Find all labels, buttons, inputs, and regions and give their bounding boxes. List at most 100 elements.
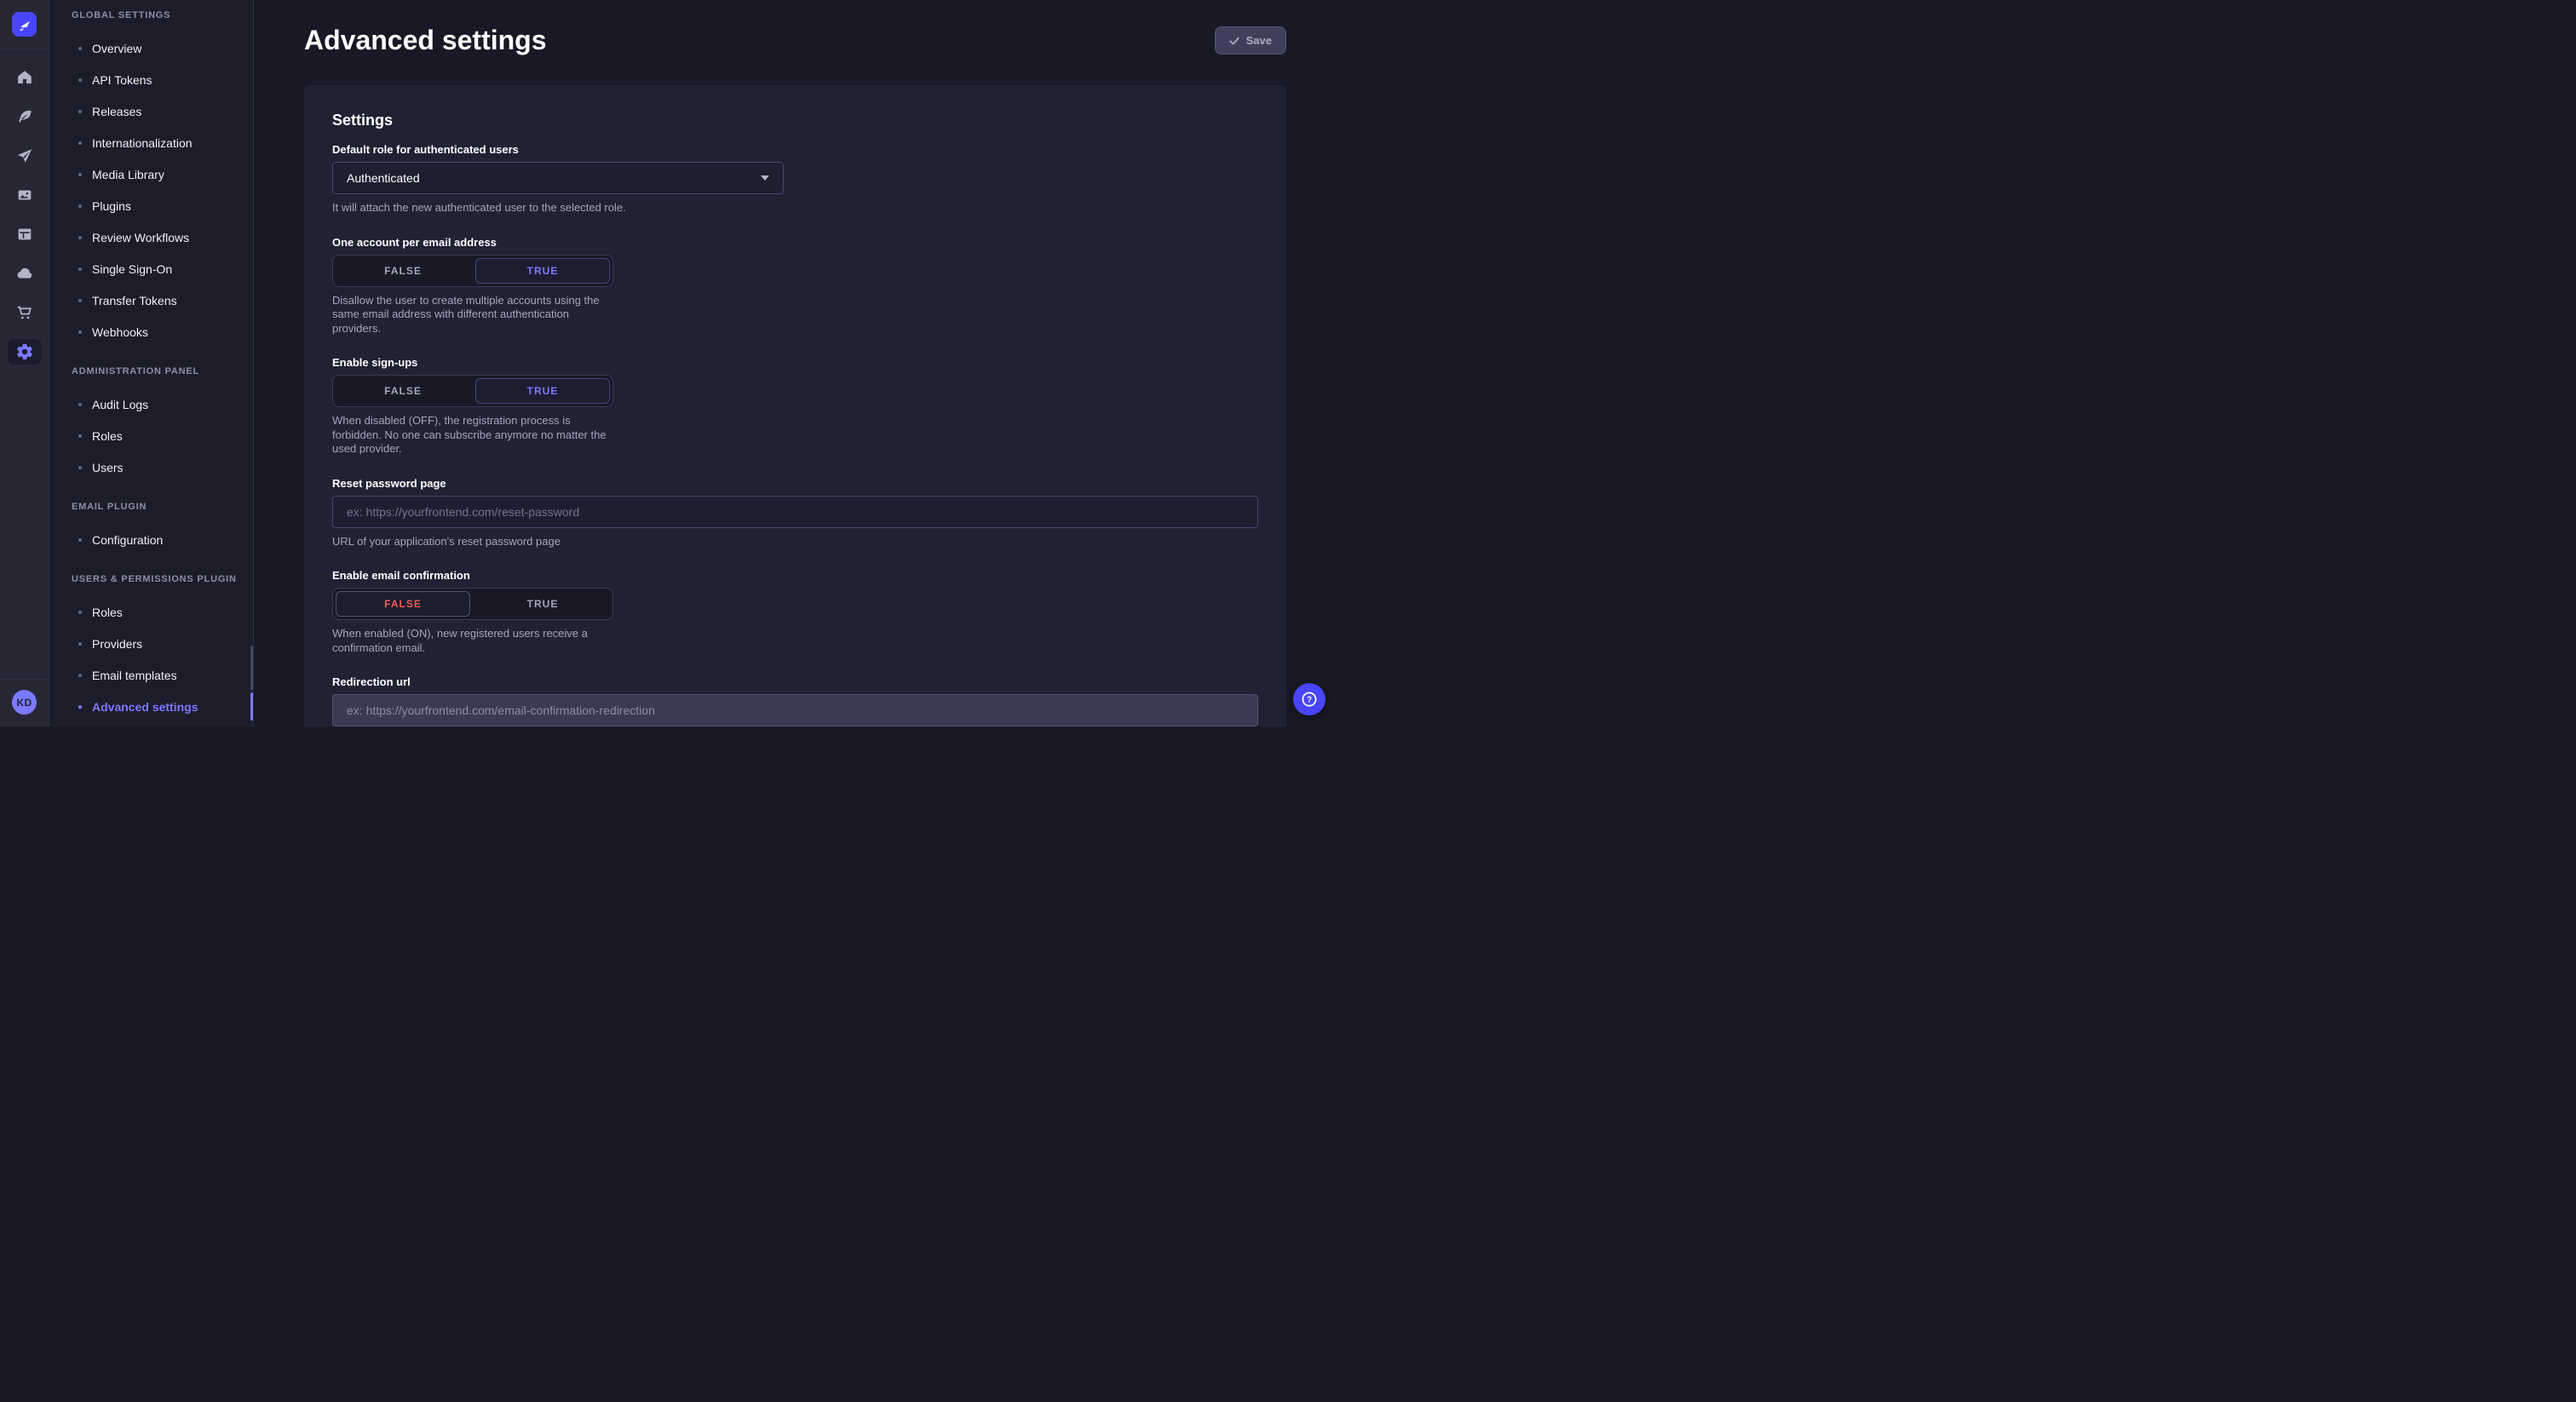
sidebar-item-configuration[interactable]: Configuration xyxy=(49,524,253,555)
rail-bottom-divider xyxy=(0,679,49,680)
subnav-section-admin-panel: ADMINISTRATION PANEL Audit Logs Roles Us… xyxy=(49,365,253,483)
toggle-option-false[interactable]: FALSE xyxy=(333,256,473,286)
sidebar-item-releases[interactable]: Releases xyxy=(49,95,253,127)
bullet-icon xyxy=(78,705,82,709)
bullet-icon xyxy=(78,538,82,542)
sidebar-item-transfer-tokens[interactable]: Transfer Tokens xyxy=(49,284,253,316)
sidebar-item-api-tokens[interactable]: API Tokens xyxy=(49,64,253,95)
media-library-icon[interactable] xyxy=(8,182,42,208)
settings-card: Settings Default role for authenticated … xyxy=(304,85,1286,727)
bullet-icon xyxy=(78,674,82,677)
toggle-option-true[interactable]: TRUE xyxy=(475,378,610,404)
page-header: Advanced settings Save xyxy=(254,0,1336,57)
avatar[interactable]: KD xyxy=(12,690,37,715)
field-enable-email-confirmation: Enable email confirmation FALSE TRUE Whe… xyxy=(332,569,1258,655)
toggle-option-true[interactable]: TRUE xyxy=(475,258,610,284)
field-one-account-per-email: One account per email address FALSE TRUE… xyxy=(332,236,1258,336)
sidebar-item-email-templates[interactable]: Email templates xyxy=(49,659,253,691)
chevron-down-icon xyxy=(761,175,769,181)
default-role-select[interactable]: Authenticated xyxy=(332,162,784,194)
field-enable-sign-ups: Enable sign-ups FALSE TRUE When disabled… xyxy=(332,356,1258,457)
field-hint: URL of your application's reset password… xyxy=(332,535,1258,549)
check-icon xyxy=(1229,36,1239,46)
bullet-icon xyxy=(78,110,82,113)
toggle-option-true[interactable]: TRUE xyxy=(473,589,612,619)
sidebar-item-webhooks[interactable]: Webhooks xyxy=(49,316,253,348)
bullet-icon xyxy=(78,434,82,438)
strapi-logo[interactable] xyxy=(12,12,37,37)
field-label: Enable sign-ups xyxy=(332,356,1258,370)
sidebar-item-up-roles[interactable]: Roles xyxy=(49,596,253,628)
rail-icon-list xyxy=(8,65,42,365)
sidebar-item-plugins[interactable]: Plugins xyxy=(49,190,253,221)
field-default-role: Default role for authenticated users Aut… xyxy=(332,143,1258,215)
main-content: Advanced settings Save Settings Default … xyxy=(254,0,1336,727)
bullet-icon xyxy=(78,236,82,239)
bullet-icon xyxy=(78,78,82,82)
layout-panel-icon[interactable] xyxy=(8,221,42,247)
toggle-option-false[interactable]: FALSE xyxy=(333,376,473,406)
page-title: Advanced settings xyxy=(304,23,547,57)
bullet-icon xyxy=(78,173,82,176)
field-label: Enable email confirmation xyxy=(332,569,1258,583)
subnav-section-users-permissions: USERS & PERMISSIONS PLUGIN Roles Provide… xyxy=(49,572,253,722)
subnav-scrollbar-thumb[interactable] xyxy=(250,646,253,690)
sidebar-item-admin-roles[interactable]: Roles xyxy=(49,420,253,451)
bullet-icon xyxy=(78,403,82,406)
field-redirection-url: Redirection url xyxy=(332,675,1258,727)
sidebar-item-overview[interactable]: Overview xyxy=(49,32,253,64)
sidebar-item-media-library[interactable]: Media Library xyxy=(49,158,253,190)
field-hint: Disallow the user to create multiple acc… xyxy=(332,294,622,336)
settings-subnav: GLOBAL SETTINGS Overview API Tokens Rele… xyxy=(49,0,254,727)
subnav-section-email-plugin: EMAIL PLUGIN Configuration xyxy=(49,500,253,555)
field-label: Reset password page xyxy=(332,477,1258,491)
question-mark-icon: ? xyxy=(1301,691,1318,708)
enable-sign-ups-toggle: FALSE TRUE xyxy=(332,375,613,407)
bullet-icon xyxy=(78,611,82,614)
icon-rail: KD xyxy=(0,0,49,727)
settings-gear-icon[interactable] xyxy=(8,339,42,365)
subnav-section-global: GLOBAL SETTINGS Overview API Tokens Rele… xyxy=(49,9,253,348)
bullet-icon xyxy=(78,466,82,469)
toggle-option-false[interactable]: FALSE xyxy=(336,591,470,617)
bullet-icon xyxy=(78,47,82,50)
section-label: GLOBAL SETTINGS xyxy=(72,9,239,22)
bullet-icon xyxy=(78,204,82,208)
field-label: Default role for authenticated users xyxy=(332,143,1258,157)
feather-icon[interactable] xyxy=(8,104,42,129)
card-heading: Settings xyxy=(332,112,1258,129)
svg-text:?: ? xyxy=(1307,696,1312,705)
field-hint: It will attach the new authenticated use… xyxy=(332,201,1258,215)
field-reset-password-page: Reset password page URL of your applicat… xyxy=(332,477,1258,549)
cloud-icon[interactable] xyxy=(8,261,42,286)
sidebar-item-single-sign-on[interactable]: Single Sign-On xyxy=(49,253,253,284)
select-value: Authenticated xyxy=(347,171,420,185)
section-label: ADMINISTRATION PANEL xyxy=(72,365,239,378)
sidebar-item-audit-logs[interactable]: Audit Logs xyxy=(49,388,253,420)
bullet-icon xyxy=(78,330,82,334)
bullet-icon xyxy=(78,267,82,271)
paper-plane-icon[interactable] xyxy=(8,143,42,169)
sidebar-item-advanced-settings[interactable]: Advanced settings xyxy=(49,691,253,722)
shopping-cart-icon[interactable] xyxy=(8,300,42,325)
field-label: Redirection url xyxy=(332,675,1258,689)
field-hint: When disabled (OFF), the registration pr… xyxy=(332,414,622,457)
reset-password-input[interactable] xyxy=(332,496,1258,528)
field-label: One account per email address xyxy=(332,236,1258,250)
sidebar-item-providers[interactable]: Providers xyxy=(49,628,253,659)
sidebar-item-users[interactable]: Users xyxy=(49,451,253,483)
sidebar-item-review-workflows[interactable]: Review Workflows xyxy=(49,221,253,253)
section-label: EMAIL PLUGIN xyxy=(72,500,239,514)
home-icon[interactable] xyxy=(8,65,42,90)
bullet-icon xyxy=(78,642,82,646)
bullet-icon xyxy=(78,299,82,302)
bullet-icon xyxy=(78,141,82,145)
save-button[interactable]: Save xyxy=(1215,26,1286,55)
field-hint: When enabled (ON), new registered users … xyxy=(332,627,622,655)
sidebar-item-internationalization[interactable]: Internationalization xyxy=(49,127,253,158)
help-button[interactable]: ? xyxy=(1293,683,1325,715)
one-account-toggle: FALSE TRUE xyxy=(332,255,613,287)
email-confirmation-toggle: FALSE TRUE xyxy=(332,588,613,620)
section-label: USERS & PERMISSIONS PLUGIN xyxy=(72,572,239,586)
redirection-url-input xyxy=(332,694,1258,727)
